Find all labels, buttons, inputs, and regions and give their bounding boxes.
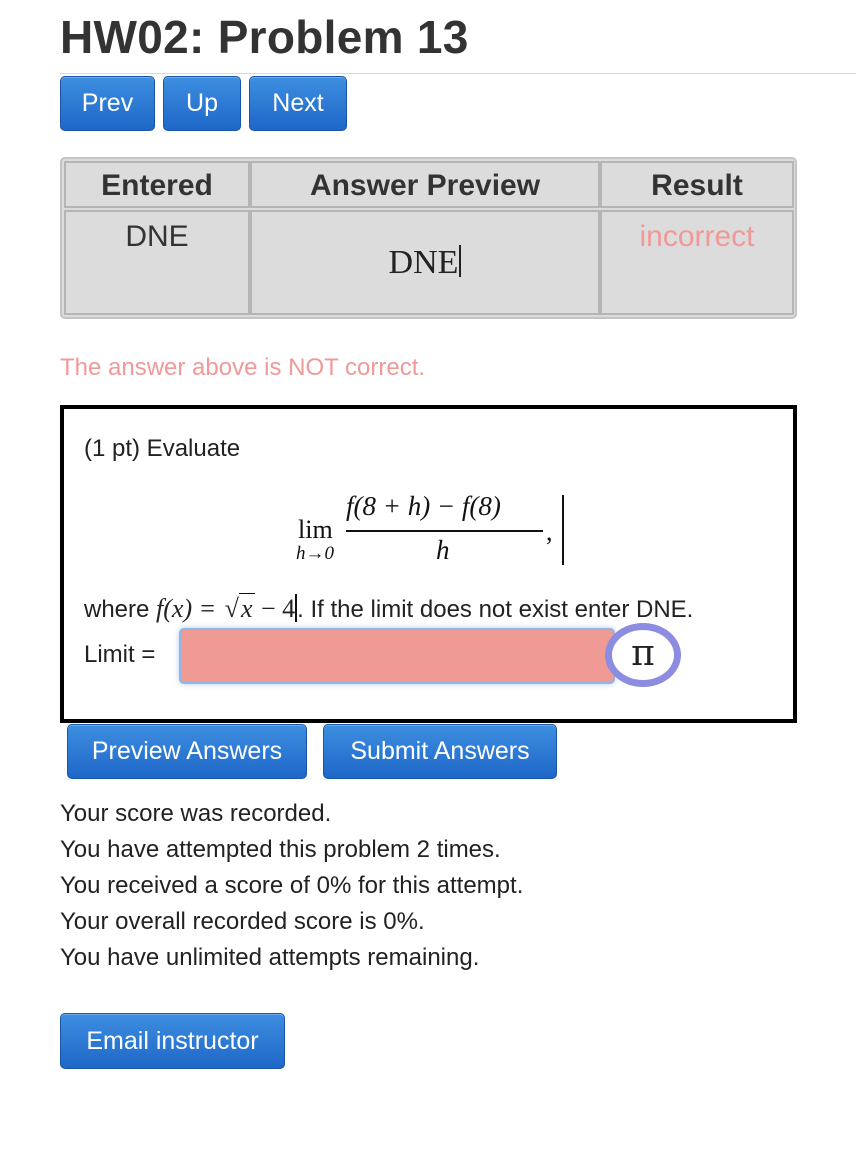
- results-table: Entered Answer Preview Result DNE DNE in…: [60, 157, 797, 319]
- prev-button[interactable]: Prev: [60, 76, 155, 131]
- math-comma: ,: [546, 517, 553, 546]
- score-line: Your overall recorded score is 0%.: [60, 908, 425, 935]
- entered-value: DNE: [125, 220, 189, 253]
- email-instructor-button[interactable]: Email instructor: [60, 1013, 285, 1069]
- title-divider: [60, 73, 856, 74]
- function-rest: − 4: [254, 594, 296, 623]
- sqrt-argument: x: [238, 593, 255, 623]
- result-status: incorrect: [639, 220, 755, 253]
- math-input-pi-icon[interactable]: π: [605, 623, 681, 687]
- problem-intro: (1 pt) Evaluate: [84, 435, 241, 462]
- score-line: Your score was recorded.: [60, 800, 332, 827]
- sqrt-symbol: √: [224, 594, 239, 623]
- up-button[interactable]: Up: [163, 76, 241, 131]
- score-line: You have unlimited attempts remaining.: [60, 944, 480, 971]
- header-result: Result: [600, 161, 794, 208]
- entered-cell: DNE: [64, 210, 250, 315]
- answer-preview-value: DNE: [252, 212, 598, 282]
- fraction-denominator: h: [436, 535, 450, 565]
- text-caret: [459, 245, 462, 277]
- limit-answer-input[interactable]: [179, 628, 615, 684]
- function-definition: where f(x) = √x − 4. If the limit does n…: [84, 593, 694, 624]
- feedback-message: The answer above is NOT correct.: [60, 354, 426, 381]
- header-answer-preview: Answer Preview: [250, 161, 600, 208]
- header-entered: Entered: [64, 161, 250, 208]
- page-title: HW02: Problem 13: [60, 11, 469, 63]
- score-summary: Your score was recorded. You have attemp…: [60, 796, 523, 976]
- limit-label: Limit =: [84, 641, 156, 668]
- math-caret: [562, 495, 564, 565]
- preview-answers-button[interactable]: Preview Answers: [67, 724, 307, 779]
- limit-subscript: h→0: [296, 543, 334, 564]
- next-button[interactable]: Next: [249, 76, 347, 131]
- answer-preview-text: DNE: [388, 244, 459, 281]
- answer-preview-cell: DNE: [250, 210, 600, 315]
- submit-answers-button[interactable]: Submit Answers: [323, 724, 557, 779]
- limit-operator: lim: [298, 515, 333, 544]
- problem-box: (1 pt) Evaluate lim h→0 f(8 + h) − f(8) …: [60, 405, 797, 723]
- fraction-numerator: f(8 + h) − f(8): [346, 491, 501, 521]
- function-lhs: f(x) =: [156, 594, 223, 623]
- fraction-bar: [346, 530, 543, 532]
- score-line: You received a score of 0% for this atte…: [60, 872, 524, 899]
- result-cell: incorrect: [600, 210, 794, 315]
- sqrt-expression: √x: [223, 593, 255, 624]
- score-line: You have attempted this problem 2 times.: [60, 836, 501, 863]
- where-prefix: where: [84, 596, 157, 623]
- where-suffix: . If the limit does not exist enter DNE.: [297, 596, 694, 623]
